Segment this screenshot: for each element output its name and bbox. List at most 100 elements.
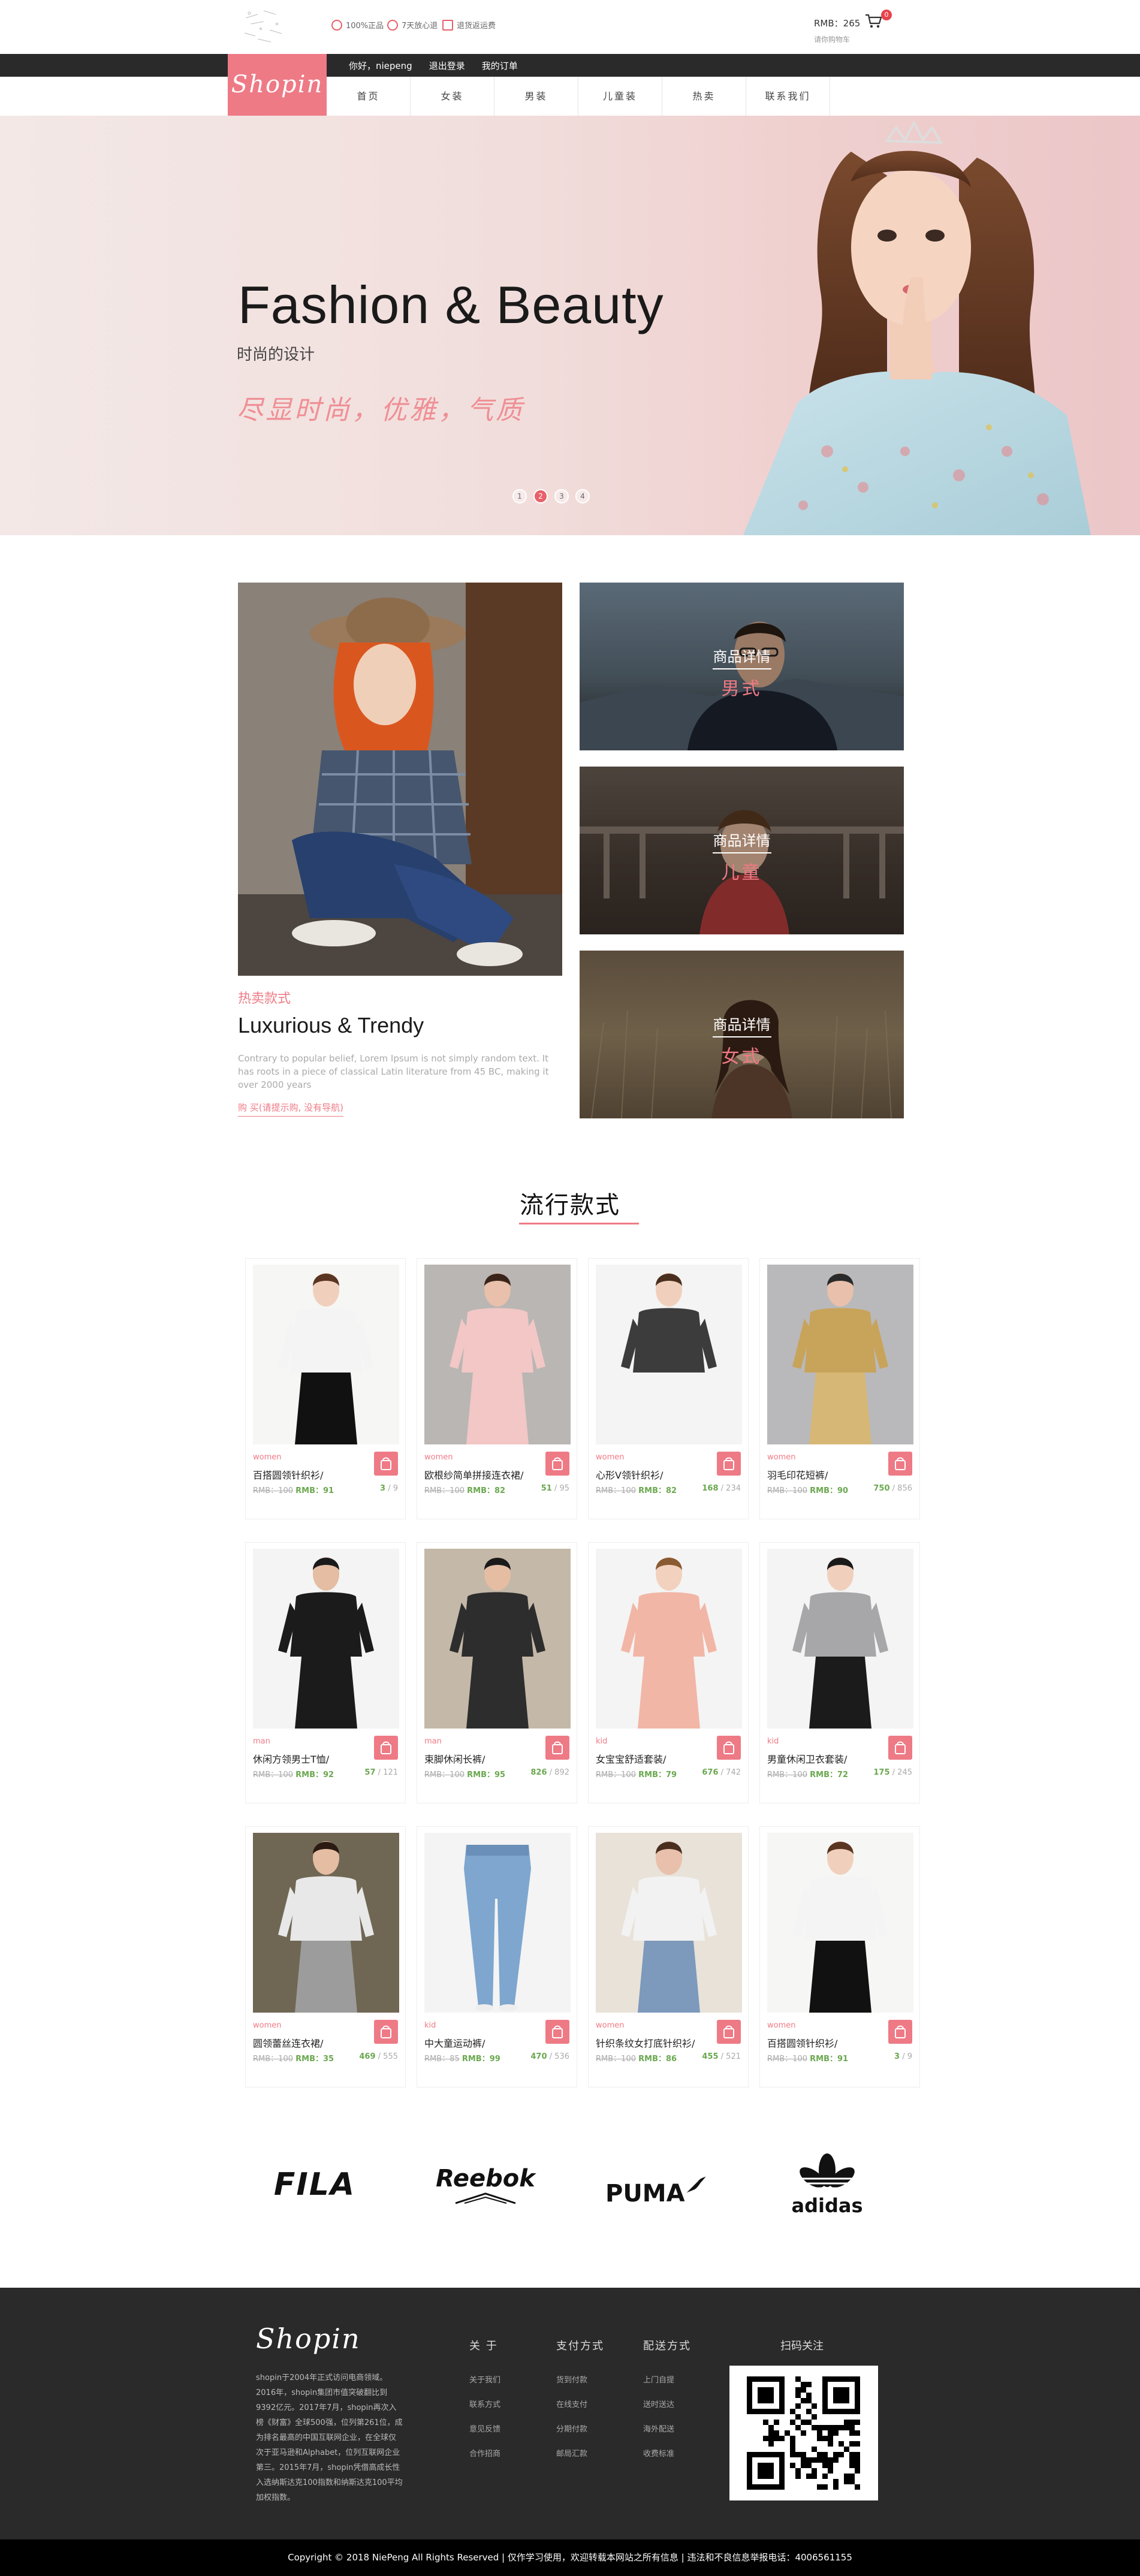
- carousel-dot-active[interactable]: 2: [533, 489, 548, 503]
- product-image[interactable]: [253, 1833, 399, 2013]
- brand-fila[interactable]: FILA: [270, 2152, 360, 2218]
- nav-item-contact[interactable]: 联系我们: [746, 77, 830, 116]
- footer-link[interactable]: 送时送达: [643, 2398, 691, 2409]
- product-name[interactable]: 束脚休闲长裤/: [424, 1751, 485, 1766]
- footer-link[interactable]: 合作招商: [469, 2447, 500, 2459]
- product-image[interactable]: [424, 1265, 571, 1444]
- product-card[interactable]: kid 女宝宝舒适套装/ RMB：100 RMB：79 676 / 742: [588, 1542, 749, 1803]
- shopping-bag-icon[interactable]: [888, 1736, 912, 1760]
- shopping-bag-icon[interactable]: [545, 1736, 569, 1760]
- footer-link[interactable]: 上门自提: [643, 2373, 691, 2385]
- shopping-bag-icon[interactable]: [374, 2020, 398, 2044]
- footer-link[interactable]: 邮局汇款: [556, 2447, 604, 2459]
- shopping-bag-icon[interactable]: [717, 2020, 741, 2044]
- my-orders-link[interactable]: 我的订单: [482, 59, 518, 72]
- cart-link[interactable]: 请你购物车: [814, 34, 860, 44]
- footer-link[interactable]: 关于我们: [469, 2373, 500, 2385]
- product-card[interactable]: kid 男童休闲卫衣套装/ RMB：100 RMB：72 175 / 245: [759, 1542, 920, 1803]
- stock-sold: 470: [530, 2052, 547, 2061]
- category-card-men[interactable]: 商品详情 男式: [580, 583, 904, 750]
- product-image[interactable]: [424, 1549, 571, 1729]
- shopping-bag-icon[interactable]: [545, 2020, 569, 2044]
- product-card[interactable]: women 羽毛印花短裤/ RMB：100 RMB：90 750 / 856: [759, 1258, 920, 1519]
- product-image[interactable]: [596, 1265, 742, 1444]
- carousel-dot[interactable]: 3: [554, 489, 569, 503]
- stock-total: 245: [897, 1768, 912, 1777]
- stock-sold: 175: [873, 1768, 890, 1777]
- product-name[interactable]: 羽毛印花短裤/: [767, 1467, 828, 1482]
- product-card[interactable]: women 针织条纹女打底针织衫/ RMB：100 RMB：86 455 / 5…: [588, 1826, 749, 2088]
- product-card[interactable]: women 心形V领针织衫/ RMB：100 RMB：82 168 / 234: [588, 1258, 749, 1519]
- category-overlay: [580, 583, 904, 750]
- carousel-dot[interactable]: 4: [575, 489, 590, 503]
- product-image[interactable]: [596, 1549, 742, 1729]
- featured-image[interactable]: [238, 583, 562, 976]
- product-name[interactable]: 休闲方领男士T恤/: [253, 1751, 329, 1766]
- product-image[interactable]: [596, 1833, 742, 2013]
- footer-link[interactable]: 海外配送: [643, 2423, 691, 2434]
- product-name[interactable]: 圆领蕾丝连衣裙/: [253, 2035, 323, 2050]
- logout-link[interactable]: 退出登录: [429, 59, 465, 72]
- product-card[interactable]: kid 中大童运动裤/ RMB：85 RMB：99 470 / 536: [417, 1826, 577, 2088]
- product-name[interactable]: 心形V领针织衫/: [596, 1467, 663, 1482]
- footer-link[interactable]: 分期付款: [556, 2423, 604, 2434]
- category-card-kids[interactable]: 商品详情 儿童: [580, 767, 904, 934]
- category-card-women[interactable]: 商品详情 女式: [580, 951, 904, 1118]
- shopping-bag-icon[interactable]: [374, 1452, 398, 1476]
- product-name[interactable]: 中大童运动裤/: [424, 2035, 485, 2050]
- product-name[interactable]: 针织条纹女打底针织衫/: [596, 2035, 695, 2050]
- stock-sold: 469: [359, 2052, 376, 2061]
- shopping-bag-icon[interactable]: [717, 1452, 741, 1476]
- product-image[interactable]: [767, 1265, 913, 1444]
- carousel-dot[interactable]: 1: [512, 489, 527, 503]
- product-name[interactable]: 女宝宝舒适套装/: [596, 1751, 666, 1766]
- site-logo[interactable]: Shopin: [228, 54, 327, 116]
- product-card[interactable]: women 百搭圆领针织衫/ RMB：100 RMB：91 3 / 9: [245, 1258, 406, 1519]
- shopping-bag-icon[interactable]: [717, 1736, 741, 1760]
- new-price: RMB：91: [295, 1486, 334, 1495]
- product-name[interactable]: 欧根纱简单拼接连衣裙/: [424, 1467, 523, 1482]
- product-image[interactable]: [253, 1265, 399, 1444]
- category-detail-label: 商品详情: [713, 1016, 771, 1033]
- footer-link[interactable]: 在线支付: [556, 2398, 604, 2409]
- brand-puma[interactable]: PUMA: [605, 2152, 707, 2218]
- footer-link[interactable]: 联系方式: [469, 2398, 500, 2409]
- cart-summary[interactable]: RMB：265 请你购物车: [814, 17, 860, 44]
- shopping-bag-icon[interactable]: [888, 1452, 912, 1476]
- footer-description: shopin于2004年正式访问电商领域。2016年，shopin集团市值突破翻…: [256, 2373, 403, 2502]
- product-category: kid: [767, 1737, 779, 1746]
- shopping-bag-icon[interactable]: [888, 2020, 912, 2044]
- product-image[interactable]: [767, 1549, 913, 1729]
- brand-reebok[interactable]: Reebok: [432, 2152, 539, 2218]
- product-image[interactable]: [424, 1833, 571, 2013]
- new-price: RMB：91: [810, 2055, 849, 2064]
- brand-adidas[interactable]: adidas: [779, 2152, 875, 2218]
- product-card[interactable]: women 圆领蕾丝连衣裙/ RMB：100 RMB：35 469 / 555: [245, 1826, 406, 2088]
- nav-item-hot[interactable]: 热卖: [662, 77, 746, 116]
- product-card[interactable]: women 百搭圆领针织衫/ RMB：100 RMB：91 3 / 9: [759, 1826, 920, 2088]
- product-image[interactable]: [253, 1549, 399, 1729]
- product-price: RMB：100 RMB：82: [596, 1484, 677, 1495]
- product-card[interactable]: man 束脚休闲长裤/ RMB：100 RMB：95 826 / 892: [417, 1542, 577, 1803]
- old-price: RMB：100: [767, 1486, 807, 1495]
- product-name[interactable]: 男童休闲卫衣套装/: [767, 1751, 847, 1766]
- product-name[interactable]: 百搭圆领针织衫/: [253, 1467, 323, 1482]
- category-overlay: [580, 767, 904, 934]
- product-card[interactable]: man 休闲方领男士T恤/ RMB：100 RMB：92 57 / 121: [245, 1542, 406, 1803]
- nav-item-kids[interactable]: 儿童装: [578, 77, 662, 116]
- feature-buy-link[interactable]: 购 买(请提示购, 没有导航): [238, 1101, 344, 1117]
- footer-link[interactable]: 货到付款: [556, 2373, 604, 2385]
- footer-link[interactable]: 收费标准: [643, 2447, 691, 2459]
- nav-item-women[interactable]: 女装: [411, 77, 494, 116]
- shopping-bag-icon[interactable]: [545, 1452, 569, 1476]
- product-image[interactable]: [767, 1833, 913, 2013]
- footer-link[interactable]: 意见反馈: [469, 2423, 500, 2434]
- nav-item-men[interactable]: 男装: [494, 77, 578, 116]
- product-card[interactable]: women 欧根纱简单拼接连衣裙/ RMB：100 RMB：82 51 / 95: [417, 1258, 577, 1519]
- product-stock: 826 / 892: [530, 1768, 569, 1777]
- nav-item-home[interactable]: 首页: [327, 77, 411, 116]
- shopping-cart-icon[interactable]: [864, 13, 882, 29]
- shopping-bag-icon[interactable]: [374, 1736, 398, 1760]
- stock-total: 856: [897, 1484, 912, 1493]
- product-name[interactable]: 百搭圆领针织衫/: [767, 2035, 837, 2050]
